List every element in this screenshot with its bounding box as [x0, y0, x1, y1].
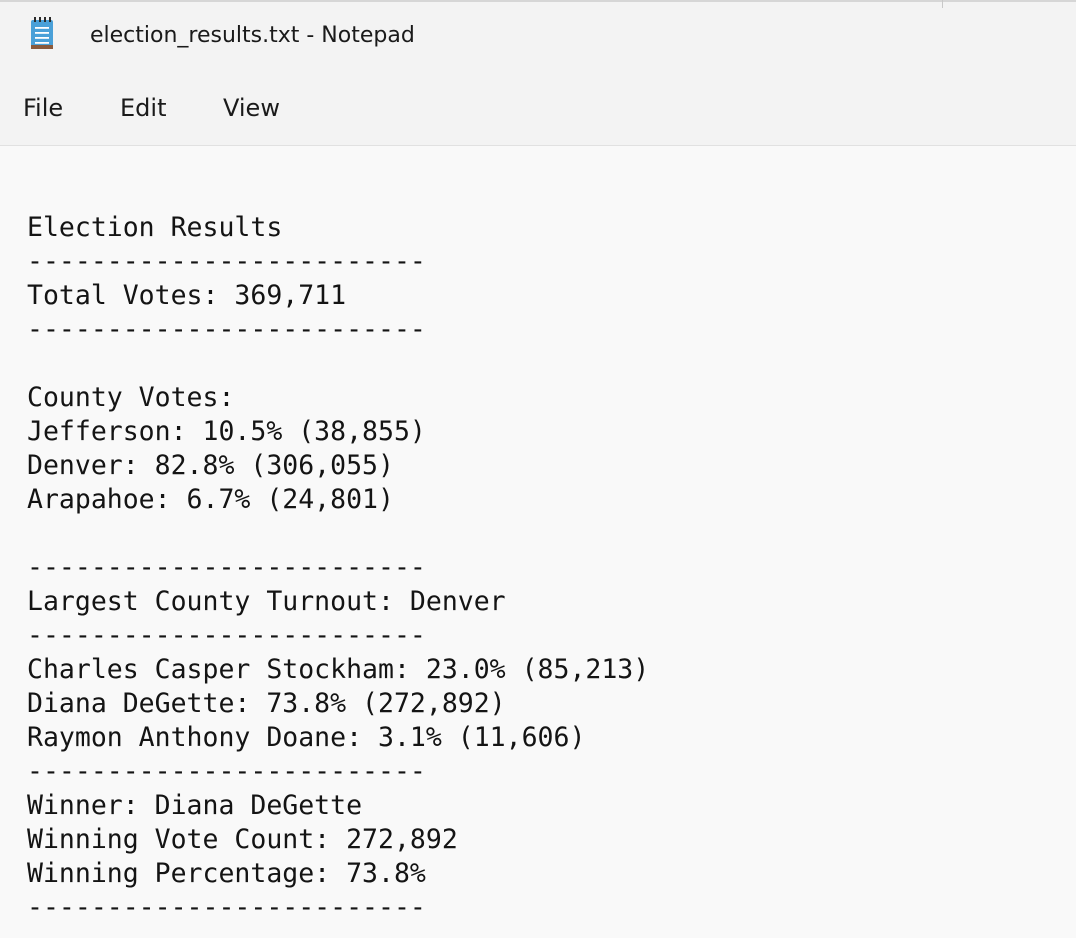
doc-line: Election Results	[27, 212, 283, 243]
menu-file[interactable]: File	[21, 92, 65, 124]
doc-line: County Votes:	[27, 382, 235, 413]
window-edge-notch	[942, 0, 943, 8]
doc-line: Winning Percentage: 73.8%	[27, 858, 426, 889]
doc-line	[27, 517, 649, 551]
menu-edit[interactable]: Edit	[118, 92, 168, 124]
notepad-window: election_results.txt - Notepad File Edit…	[0, 0, 1076, 938]
doc-line: -------------------------	[27, 892, 426, 923]
doc-line: Diana DeGette: 73.8% (272,892)	[27, 688, 506, 719]
window-title: election_results.txt - Notepad	[90, 23, 415, 48]
doc-line: -------------------------	[27, 620, 426, 651]
text-editor-area[interactable]: Election Results -----------------------…	[0, 146, 1076, 938]
doc-line: Charles Casper Stockham: 23.0% (85,213)	[27, 654, 650, 685]
doc-line	[27, 347, 649, 381]
notepad-icon	[31, 17, 53, 49]
doc-line: Raymon Anthony Doane: 3.1% (11,606)	[27, 722, 586, 753]
window-top-edge	[0, 0, 1076, 2]
doc-line: Denver: 82.8% (306,055)	[27, 450, 394, 481]
doc-line: -------------------------	[27, 756, 426, 787]
doc-line: Total Votes: 369,711	[27, 280, 347, 311]
menu-bar: File Edit View	[0, 72, 1076, 146]
doc-line: Jefferson: 10.5% (38,855)	[27, 416, 426, 447]
doc-line: Largest County Turnout: Denver	[27, 586, 506, 617]
menu-view[interactable]: View	[221, 92, 282, 124]
title-bar[interactable]: election_results.txt - Notepad	[0, 0, 1076, 72]
doc-line: -------------------------	[27, 552, 426, 583]
doc-line: Arapahoe: 6.7% (24,801)	[27, 484, 394, 515]
doc-line: -------------------------	[27, 314, 426, 345]
doc-line: Winner: Diana DeGette	[27, 790, 363, 821]
document-text: Election Results -----------------------…	[27, 211, 649, 925]
doc-line: Winning Vote Count: 272,892	[27, 824, 458, 855]
doc-line: -------------------------	[27, 246, 426, 277]
